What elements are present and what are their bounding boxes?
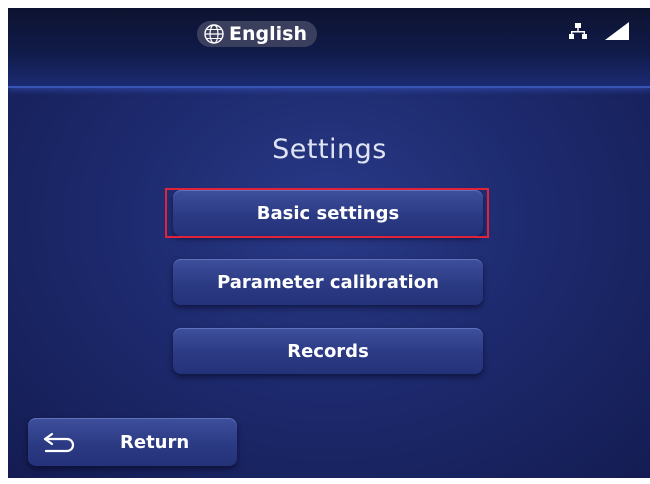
parameter-calibration-button[interactable]: Parameter calibration: [173, 259, 483, 305]
page-title: Settings: [272, 134, 387, 165]
return-label: Return: [120, 431, 190, 453]
records-button[interactable]: Records: [173, 328, 483, 374]
basic-settings-button[interactable]: Basic settings: [173, 190, 483, 236]
signal-icon: [605, 22, 629, 44]
network-icon: [569, 22, 587, 44]
return-button[interactable]: Return: [28, 418, 237, 466]
status-icons: [569, 22, 629, 44]
globe-icon: [202, 22, 226, 46]
settings-screen: English Settings Basic settings Paramete…: [8, 8, 650, 478]
language-selector[interactable]: English: [197, 21, 317, 47]
language-label: English: [229, 23, 307, 45]
return-arrow-icon: [42, 430, 78, 454]
status-bar: English: [8, 8, 650, 88]
